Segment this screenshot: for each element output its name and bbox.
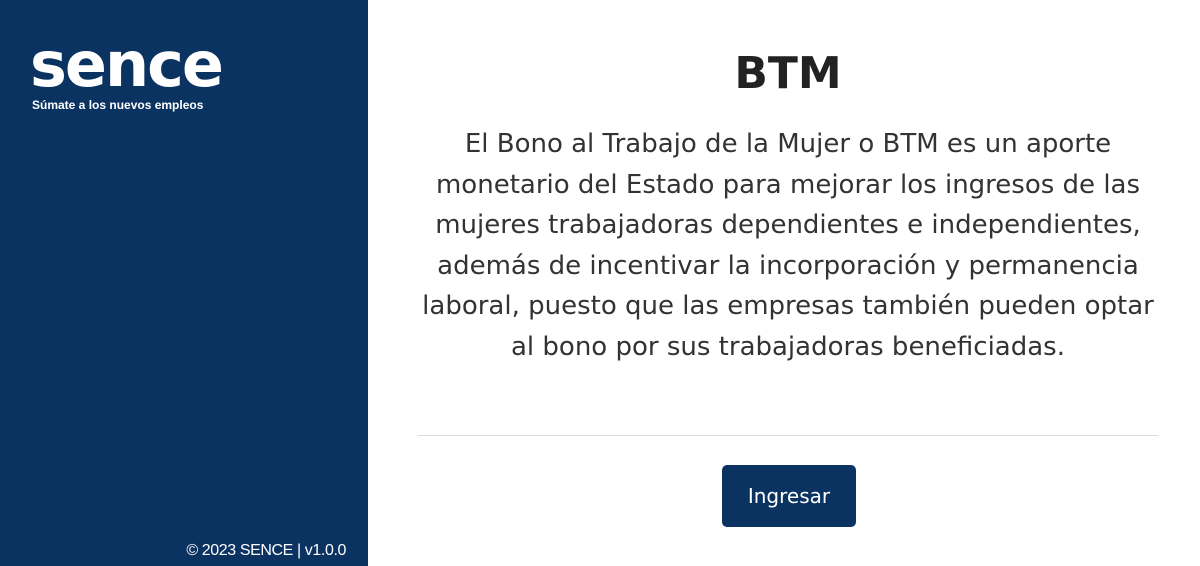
sidebar: sence Súmate a los nuevos empleos © 2023… — [0, 0, 368, 566]
logo-tagline: Súmate a los nuevos empleos — [32, 98, 204, 112]
page-title: BTM — [734, 48, 842, 99]
main-content: BTM El Bono al Trabajo de la Mujer o BTM… — [368, 0, 1200, 566]
divider — [418, 435, 1158, 436]
app: sence Súmate a los nuevos empleos © 2023… — [0, 0, 1200, 566]
sence-logo: sence Súmate a los nuevos empleos — [30, 28, 270, 118]
program-description: El Bono al Trabajo de la Mujer o BTM es … — [422, 129, 1154, 362]
footer-copyright: © 2023 SENCE | v1.0.0 — [186, 542, 346, 559]
logo-wordmark: sence — [30, 28, 224, 101]
login-button[interactable]: Ingresar — [722, 465, 856, 527]
